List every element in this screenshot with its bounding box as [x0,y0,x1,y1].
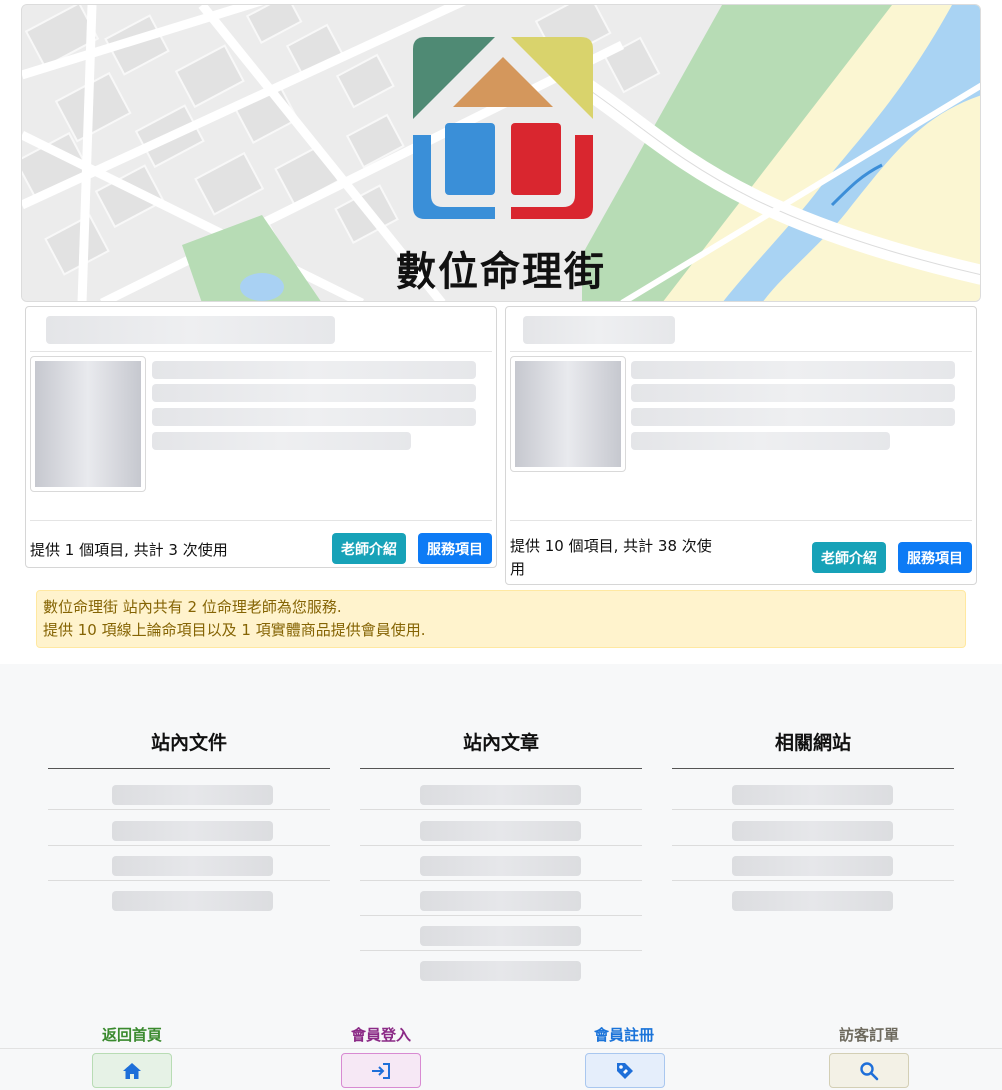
text-placeholder [152,361,476,379]
guest-order-button[interactable] [829,1053,909,1088]
footer-link[interactable] [360,881,642,916]
page: 數位命理街 提供 1 個項目, 共計 3 次使用 老師介紹 服務項目 提供 10… [0,0,1002,1090]
teacher-intro-button[interactable]: 老師介紹 [812,542,886,573]
service-items-button[interactable]: 服務項目 [418,533,492,564]
text-placeholder [631,408,955,426]
divider [30,351,492,352]
nav-label-login[interactable]: 會員登入 [291,1024,471,1045]
home-icon [123,1062,141,1079]
site-title: 數位命理街 [396,249,606,295]
divider [510,351,972,352]
column-heading: 站內文章 [462,732,539,754]
text-placeholder [631,432,890,450]
footer-link[interactable] [48,881,330,916]
tag-icon [617,1062,633,1079]
site-info-alert: 數位命理街 站內共有 2 位命理老師為您服務. 提供 10 項線上論命項目以及 … [36,590,966,648]
nav-divider [0,1048,1002,1049]
column-heading: 相關網站 [774,732,851,754]
usage-summary: 提供 10 個項目, 共計 38 次使用 [510,537,712,578]
service-items-button[interactable]: 服務項目 [898,542,972,573]
footer-link[interactable] [672,775,954,810]
footer-link[interactable] [48,811,330,846]
footer-link[interactable] [48,775,330,810]
usage-summary: 提供 1 個項目, 共計 3 次使用 [30,541,228,559]
login-icon [372,1062,390,1079]
footer-link[interactable] [360,811,642,846]
alert-line: 提供 10 項線上論命項目以及 1 項實體商品提供會員使用. [43,621,426,639]
register-button[interactable] [585,1053,665,1088]
footer-link[interactable] [360,846,642,881]
alert-line: 數位命理街 站內共有 2 位命理老師為您服務. [43,598,342,616]
text-placeholder [152,432,411,450]
footer-link[interactable] [360,916,642,951]
teacher-photo[interactable] [510,356,626,472]
footer-link[interactable] [672,811,954,846]
divider [510,520,972,521]
text-placeholder [152,384,476,402]
teacher-name-placeholder [523,316,675,344]
footer-link[interactable] [672,846,954,881]
teacher-card: 提供 10 個項目, 共計 38 次使用 老師介紹 服務項目 [505,306,977,585]
footer-link[interactable] [672,881,954,916]
footer-link[interactable] [360,951,642,986]
text-placeholder [152,408,476,426]
teacher-intro-button[interactable]: 老師介紹 [332,533,406,564]
hero-banner: 數位命理街 [21,4,981,302]
text-placeholder [631,361,955,379]
home-button[interactable] [92,1053,172,1088]
teacher-photo[interactable] [30,356,146,492]
site-logo [413,37,593,219]
text-placeholder [631,384,955,402]
teacher-name-placeholder [46,316,335,344]
login-button[interactable] [341,1053,421,1088]
footer-link[interactable] [360,775,642,810]
divider [30,520,492,521]
search-icon [860,1061,879,1080]
teacher-card: 提供 1 個項目, 共計 3 次使用 老師介紹 服務項目 [25,306,497,568]
nav-label-register[interactable]: 會員註冊 [534,1024,714,1045]
column-heading: 站內文件 [150,732,227,754]
nav-label-home[interactable]: 返回首頁 [42,1024,222,1045]
footer-link[interactable] [48,846,330,881]
nav-label-guest-order[interactable]: 訪客訂單 [779,1024,959,1045]
